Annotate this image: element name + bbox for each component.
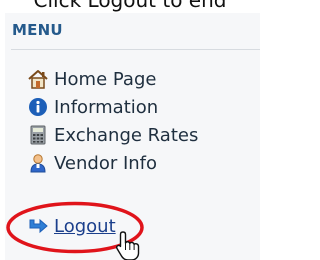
- instruction-caption: Click Logout to end: [33, 0, 227, 12]
- home-icon: [27, 68, 49, 90]
- menu-item-information[interactable]: Information: [27, 94, 158, 120]
- menu-header: MENU: [12, 21, 63, 39]
- menu-item-logout[interactable]: Logout: [27, 213, 116, 239]
- menu-item-vendor-info[interactable]: Vendor Info: [27, 150, 157, 176]
- menu-item-label: Exchange Rates: [54, 124, 199, 146]
- menu-item-label: Home Page: [54, 68, 157, 90]
- calculator-icon: [27, 124, 49, 146]
- menu-divider: [11, 49, 260, 50]
- menu-item-label: Vendor Info: [54, 152, 158, 174]
- info-icon: [27, 96, 49, 118]
- user-icon: [27, 152, 49, 174]
- logout-arrow-icon: [27, 215, 49, 237]
- menu-item-home-page[interactable]: Home Page: [27, 66, 156, 92]
- menu-item-exchange-rates[interactable]: Exchange Rates: [27, 122, 198, 148]
- menu-item-label: Information: [54, 96, 159, 118]
- menu-panel: MENU Home Page Information Exchange Rate…: [5, 13, 260, 260]
- logout-link[interactable]: Logout: [54, 216, 116, 237]
- page: Click Logout to end MENU Home Page Infor…: [0, 0, 260, 260]
